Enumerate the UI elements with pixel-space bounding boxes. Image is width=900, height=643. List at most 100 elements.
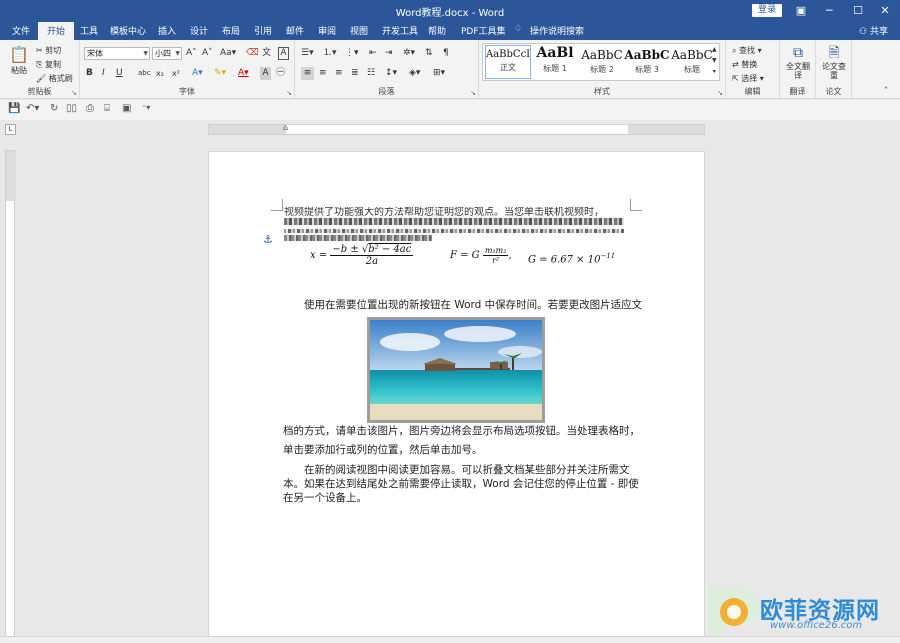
highlight-icon[interactable]: ✎▾: [214, 67, 226, 80]
enclose-char-icon[interactable]: ㊀: [276, 67, 285, 80]
superscript-button[interactable]: x²: [172, 67, 180, 80]
tab-selector[interactable]: L: [5, 124, 16, 135]
tab-review[interactable]: 审阅: [318, 24, 336, 37]
shrink-font-button[interactable]: A˅: [202, 47, 213, 60]
font-name-select[interactable]: 宋体 ▼: [84, 47, 150, 60]
tab-mailings[interactable]: 邮件: [286, 24, 304, 37]
screenshot-icon[interactable]: ▣: [122, 103, 131, 114]
share-button[interactable]: ⚇ 共享: [859, 24, 888, 37]
gallery-scroll-icon[interactable]: ▲ ▼ ▾: [712, 44, 717, 77]
tab-design[interactable]: 设计: [190, 24, 208, 37]
tab-file[interactable]: 文件: [12, 24, 30, 37]
ruler-margin-left: [209, 125, 286, 134]
format-painter-button[interactable]: 🖌 格式刷: [36, 73, 73, 84]
vertical-ruler[interactable]: [5, 150, 16, 643]
undo-icon[interactable]: ↶▾: [26, 103, 39, 114]
subscript-button[interactable]: x₂: [156, 67, 164, 80]
minimize-icon[interactable]: ─: [818, 2, 840, 19]
save-icon[interactable]: 💾: [8, 103, 20, 114]
paste-button[interactable]: 📋 粘贴: [6, 46, 32, 80]
align-right-icon[interactable]: ≡: [335, 67, 343, 80]
text-effects-icon[interactable]: A▾: [192, 67, 203, 80]
char-shading-icon[interactable]: A: [260, 67, 271, 80]
equation-gravity[interactable]: F = G m₁m₂ r²,: [450, 246, 512, 265]
select-button[interactable]: ⇱ 选择 ▾: [732, 73, 764, 84]
indent-marker-icon[interactable]: ⌂: [283, 125, 288, 132]
print-preview-icon[interactable]: ⎙: [86, 103, 94, 114]
style-item-title[interactable]: AaBbC 标题: [669, 45, 715, 79]
clipboard-icon: 📋: [9, 45, 29, 64]
shading-icon[interactable]: ◈▾: [409, 67, 420, 80]
bold-button[interactable]: B: [86, 67, 93, 80]
redo-icon[interactable]: ↻: [50, 103, 58, 114]
multilevel-list-icon[interactable]: ⋮▾: [345, 47, 359, 60]
distribute-icon[interactable]: ☷: [367, 67, 375, 80]
tab-template-center[interactable]: 模板中心: [110, 24, 146, 37]
borders-icon[interactable]: ⊞▾: [433, 67, 445, 80]
italic-button[interactable]: I: [102, 67, 105, 80]
clear-format-icon[interactable]: ⌫: [246, 47, 259, 60]
tab-insert[interactable]: 插入: [158, 24, 176, 37]
styles-launcher-icon[interactable]: ↘: [717, 89, 723, 97]
paragraph-line[interactable]: 档的方式，请单击该图片，图片旁边将会显示布局选项按钮。当处理表格时，: [283, 423, 640, 440]
tab-references[interactable]: 引用: [254, 24, 272, 37]
bullets-icon[interactable]: ☰▾: [301, 47, 314, 60]
paragraph-launcher-icon[interactable]: ↘: [470, 89, 476, 97]
char-border-icon[interactable]: A: [278, 47, 289, 60]
tab-developer[interactable]: 开发工具: [382, 24, 418, 37]
login-button[interactable]: 登录: [752, 4, 782, 17]
strikethrough-button[interactable]: abc: [138, 67, 151, 80]
tab-layout[interactable]: 布局: [222, 24, 240, 37]
sort-icon[interactable]: ⇅: [425, 47, 433, 60]
increase-indent-icon[interactable]: ⇥: [385, 47, 393, 60]
beach-photo[interactable]: [367, 317, 545, 423]
style-item-heading1[interactable]: AaBl 标题 1: [532, 45, 578, 79]
font-color-icon[interactable]: A▾: [238, 67, 249, 80]
equation-quadratic[interactable]: x = −b ± √b² − 4ac 2a: [310, 244, 414, 267]
line-spacing-icon[interactable]: ↕▾: [385, 67, 397, 80]
horizontal-ruler[interactable]: ⌂: [208, 124, 705, 135]
style-item-heading2[interactable]: AaBbC 标题 2: [579, 45, 625, 79]
anchor-icon[interactable]: ⚓: [263, 233, 273, 246]
tab-pdf-tools[interactable]: PDF工具集: [461, 24, 506, 37]
brush-icon: 🖌: [36, 74, 49, 83]
collapse-ribbon-icon[interactable]: ˄: [884, 84, 888, 97]
tab-help[interactable]: 帮助: [428, 24, 446, 37]
numbering-icon[interactable]: ⒈▾: [323, 47, 337, 60]
maximize-icon[interactable]: ☐: [847, 2, 869, 19]
paragraph-line[interactable]: 单击要添加行或列的位置，然后单击加号。: [283, 442, 483, 459]
plagiarism-check-button[interactable]: 🗎 论文查重: [820, 44, 848, 80]
show-marks-icon[interactable]: ¶: [443, 47, 449, 60]
align-center-icon[interactable]: ≡: [319, 67, 327, 80]
quick-print-icon[interactable]: ⌸: [104, 103, 110, 114]
font-size-select[interactable]: 小四 ▼: [152, 47, 182, 60]
font-launcher-icon[interactable]: ↘: [286, 89, 292, 97]
customize-qat-icon[interactable]: ⁼▾: [142, 103, 150, 112]
full-translate-button[interactable]: ⧉ 全文翻译: [784, 44, 812, 80]
underline-button[interactable]: U: [116, 67, 123, 80]
replace-button[interactable]: ⇄ 替换: [732, 59, 757, 70]
tell-me-search[interactable]: 操作说明搜索: [530, 24, 584, 37]
ribbon-display-icon[interactable]: ▣: [790, 2, 812, 19]
justify-icon[interactable]: ≣: [351, 67, 359, 80]
decrease-indent-icon[interactable]: ⇤: [369, 47, 377, 60]
chinese-layout-icon[interactable]: ✲▾: [403, 47, 415, 60]
copy-button[interactable]: ⎘ 复制: [36, 59, 61, 70]
tab-home[interactable]: 开始: [38, 22, 75, 40]
find-button[interactable]: ⌕ 查找 ▾: [732, 45, 762, 56]
style-item-normal[interactable]: AaBbCcI 正文: [485, 45, 531, 79]
paragraph-line[interactable]: 使用在需要位置出现的新按钮在 Word 中保存时间。若要更改图片适应文: [304, 297, 642, 314]
tab-view[interactable]: 视图: [350, 24, 368, 37]
phonetic-guide-icon[interactable]: 文: [262, 47, 271, 60]
paragraph-line[interactable]: 在另一个设备上。: [283, 490, 367, 507]
tab-tools[interactable]: 工具: [80, 24, 98, 37]
grow-font-button[interactable]: A˄: [186, 47, 197, 60]
style-item-heading3[interactable]: AaBbC 标题 3: [624, 45, 670, 79]
close-icon[interactable]: ✕: [874, 2, 896, 19]
cut-button[interactable]: ✂ 剪切: [36, 45, 61, 56]
align-left-icon[interactable]: ≡: [301, 67, 314, 80]
equation-constant[interactable]: G = 6.67 × 10−11: [528, 252, 615, 265]
clipboard-launcher-icon[interactable]: ↘: [71, 89, 77, 97]
two-pages-icon[interactable]: ▯▯: [66, 103, 77, 114]
change-case-button[interactable]: Aa▾: [220, 47, 236, 60]
